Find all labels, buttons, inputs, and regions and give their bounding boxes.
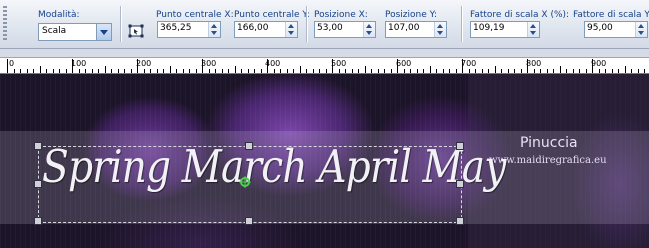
position-x-spinner[interactable]: 53,00 — [314, 21, 376, 38]
spin-up-icon[interactable] — [288, 24, 294, 28]
ruler-label: 600 — [396, 59, 412, 68]
spin-down-icon[interactable] — [366, 31, 372, 35]
ruler-label: 700 — [461, 59, 477, 68]
spin-down-icon[interactable] — [530, 31, 536, 35]
ruler-label: 500 — [331, 59, 347, 68]
ruler-label: 200 — [136, 59, 152, 68]
image-canvas[interactable]: Pinuccia www.maidiregrafica.eu Spring Ma… — [0, 74, 649, 248]
ruler-label: 900 — [591, 59, 607, 68]
center-x-value: 365,25 — [160, 23, 192, 33]
rotation-pivot-icon[interactable] — [239, 176, 251, 188]
position-x-label: Posizione X: — [314, 10, 368, 20]
separator — [120, 6, 121, 42]
resize-handle[interactable] — [456, 217, 464, 225]
mode-label: Modalità: — [38, 10, 80, 20]
scale-x-spinner[interactable]: 109,19 — [470, 21, 540, 38]
scale-y-value: 95,00 — [587, 23, 613, 33]
ruler-label: 400 — [265, 59, 281, 68]
scale-x-value: 109,19 — [473, 23, 505, 33]
resize-handle[interactable] — [456, 142, 464, 150]
resize-handle[interactable] — [245, 217, 253, 225]
spin-up-icon[interactable] — [437, 24, 443, 28]
separator — [306, 6, 307, 42]
spin-up-icon[interactable] — [530, 24, 536, 28]
resize-handle[interactable] — [34, 142, 42, 150]
resize-handle[interactable] — [456, 180, 464, 188]
resize-handle[interactable] — [245, 142, 253, 150]
spin-down-icon[interactable] — [437, 31, 443, 35]
ruler-label: 0 — [9, 59, 15, 68]
chevron-down-icon[interactable] — [96, 24, 111, 40]
resize-handle[interactable] — [34, 217, 42, 225]
spin-down-icon[interactable] — [638, 31, 644, 35]
spin-up-icon[interactable] — [366, 24, 372, 28]
tool-options-bar: Modalità: Scala Punto centrale X: 365,25… — [0, 0, 649, 49]
ruler-label: 800 — [526, 59, 542, 68]
horizontal-ruler[interactable]: 0 100 200 300 400 500 600 700 800 900 — [0, 57, 649, 74]
center-y-label: Punto centrale Y: — [234, 10, 310, 20]
position-y-value: 107,00 — [388, 23, 420, 33]
center-y-value: 166,00 — [237, 23, 269, 33]
center-x-label: Punto centrale X: — [156, 10, 234, 20]
pick-tool-icon[interactable] — [128, 24, 144, 38]
toolbar-grip[interactable] — [3, 6, 7, 42]
ruler-ticks — [7, 59, 645, 73]
ruler-label: 100 — [71, 59, 87, 68]
spin-up-icon[interactable] — [211, 24, 217, 28]
mode-value: Scala — [42, 26, 67, 36]
scale-y-label: Fattore di scala Y n — [573, 10, 649, 20]
spin-down-icon[interactable] — [211, 31, 217, 35]
separator — [461, 6, 462, 42]
scale-y-spinner[interactable]: 95,00 — [584, 21, 648, 38]
watermark-url: www.maidiregrafica.eu — [489, 155, 607, 166]
center-x-spinner[interactable]: 365,25 — [157, 21, 221, 38]
mode-dropdown[interactable]: Scala — [38, 23, 112, 41]
position-y-spinner[interactable]: 107,00 — [385, 21, 447, 38]
spin-up-icon[interactable] — [638, 24, 644, 28]
center-y-spinner[interactable]: 166,00 — [234, 21, 298, 38]
position-x-value: 53,00 — [317, 23, 343, 33]
ruler-label: 300 — [201, 59, 217, 68]
resize-handle[interactable] — [34, 180, 42, 188]
spin-down-icon[interactable] — [288, 31, 294, 35]
watermark-name: Pinuccia — [520, 135, 578, 151]
position-y-label: Posizione Y: — [385, 10, 437, 20]
scale-x-label: Fattore di scala X (%): — [470, 10, 570, 20]
